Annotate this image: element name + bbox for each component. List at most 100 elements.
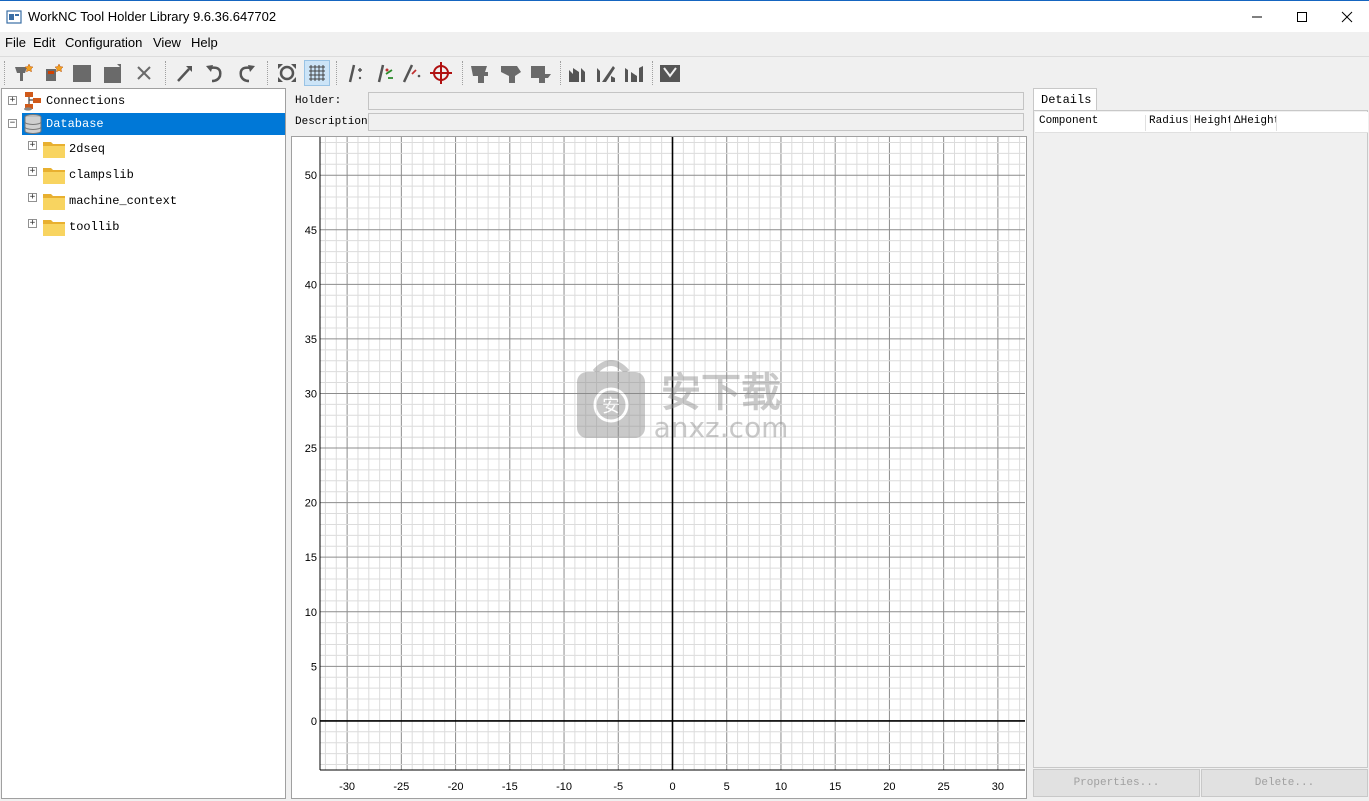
profile-4-button[interactable] [657, 60, 683, 86]
x-tick-label: 20 [883, 781, 895, 793]
column-header-delta-height[interactable]: ΔHeight [1231, 115, 1277, 131]
profile-2-icon [597, 66, 615, 82]
holder-shape-2-button[interactable] [498, 60, 524, 86]
y-tick-label: 30 [305, 388, 317, 400]
tree-item-label: toollib [69, 220, 120, 234]
save-as-button[interactable] [100, 60, 126, 86]
y-tick-label: 0 [311, 716, 317, 728]
center-icon [430, 62, 452, 84]
grid-icon [309, 65, 325, 81]
close-button[interactable] [1324, 1, 1369, 33]
move-point-button[interactable] [371, 60, 397, 86]
save-button[interactable] [69, 60, 95, 86]
x-tick-label: 5 [724, 781, 730, 793]
tree-item-connections[interactable]: + Connections [6, 90, 286, 112]
profile-3-button[interactable] [622, 60, 648, 86]
tree-item-label: machine_context [69, 194, 178, 208]
holder-shape-1-button[interactable] [468, 60, 494, 86]
save-icon [73, 65, 91, 82]
new-holder-button[interactable] [10, 60, 36, 86]
expand-icon[interactable]: + [28, 141, 37, 150]
delete-button[interactable] [131, 60, 157, 86]
center-button[interactable] [428, 60, 454, 86]
new-component-icon [46, 63, 64, 81]
menu-edit[interactable]: Edit [33, 35, 55, 50]
details-panel: Component Radius Height ΔHeight [1033, 110, 1368, 768]
tree-item-label: Connections [46, 94, 126, 108]
tree-item-clampslib[interactable]: + clampslib [26, 163, 286, 185]
profile-1-button[interactable] [566, 60, 592, 86]
properties-button[interactable]: Properties... [1033, 769, 1200, 797]
y-tick-label: 40 [305, 279, 317, 291]
holder-shape-2-icon [501, 66, 521, 83]
toolbar-grip [4, 61, 5, 85]
collapse-icon[interactable]: − [8, 119, 17, 128]
zoom-fit-button[interactable] [274, 60, 300, 86]
menu-bar: File Edit Configuration View Help [0, 32, 1369, 54]
new-component-button[interactable] [40, 60, 66, 86]
pick-button[interactable] [172, 60, 198, 86]
menu-file[interactable]: File [5, 35, 26, 50]
minimize-icon [1252, 16, 1262, 18]
zoom-fit-icon [278, 64, 296, 82]
profile-2-button[interactable] [594, 60, 620, 86]
delete-point-button[interactable] [398, 60, 424, 86]
tree-item-machine-context[interactable]: + machine_context [26, 189, 286, 211]
profile-canvas[interactable]: -30 -25 -20 -15 -10 -5 0 5 10 15 20 25 30 0 5 10 15 20 25 3… [291, 136, 1027, 799]
expand-icon[interactable]: + [28, 219, 37, 228]
redo-button[interactable] [233, 60, 259, 86]
y-tick-label: 10 [305, 607, 317, 619]
add-point-button[interactable] [342, 60, 368, 86]
holder-shape-1-icon [471, 66, 488, 83]
grid-toggle-button[interactable] [304, 60, 330, 86]
column-header-height[interactable]: Height [1191, 115, 1231, 131]
y-tick-label: 20 [305, 498, 317, 510]
database-icon [24, 114, 42, 135]
tree-item-2dseq[interactable]: + 2dseq [26, 137, 286, 159]
delete-icon [137, 66, 151, 80]
x-tick-label: 0 [669, 781, 675, 793]
profile-grid-plot[interactable]: -30 -25 -20 -15 -10 -5 0 5 10 15 20 25 30 0 5 10 15 20 25 3… [292, 137, 1026, 798]
menu-view[interactable]: View [153, 35, 181, 50]
minimize-button[interactable] [1234, 1, 1280, 33]
holder-label: Holder: [295, 95, 342, 107]
description-field[interactable] [368, 113, 1024, 131]
expand-icon[interactable]: + [28, 167, 37, 176]
delete-component-button[interactable]: Delete... [1201, 769, 1368, 797]
window-title: WorkNC Tool Holder Library 9.6.36.647702 [28, 9, 277, 24]
x-tick-label: 10 [775, 781, 787, 793]
holder-field[interactable] [368, 92, 1024, 110]
maximize-icon [1297, 12, 1307, 22]
holder-shape-3-icon [531, 66, 551, 83]
undo-button[interactable] [202, 60, 228, 86]
tree-item-database[interactable]: − Database [6, 113, 286, 135]
title-bar: WorkNC Tool Holder Library 9.6.36.647702 [0, 0, 1369, 32]
column-header-radius[interactable]: Radius [1146, 115, 1191, 131]
expand-icon[interactable]: + [8, 96, 17, 105]
y-tick-label: 45 [305, 225, 317, 237]
holder-shape-3-button[interactable] [528, 60, 554, 86]
x-tick-label: 25 [938, 781, 950, 793]
column-header-component[interactable]: Component [1036, 115, 1146, 131]
menu-configuration[interactable]: Configuration [65, 35, 142, 50]
connections-icon [24, 92, 41, 111]
folder-icon [43, 220, 65, 236]
tab-details[interactable]: Details [1033, 88, 1097, 111]
x-tick-label: -25 [393, 781, 409, 793]
x-tick-label: -10 [556, 781, 572, 793]
expand-icon[interactable]: + [28, 193, 37, 202]
tree-item-label: Database [44, 116, 106, 132]
database-tree: + Connections − Database + 2dseq + clamp… [1, 88, 286, 799]
tree-item-label: 2dseq [69, 142, 106, 156]
description-label: Description: [295, 116, 375, 128]
x-tick-label: 15 [829, 781, 841, 793]
tree-item-toollib[interactable]: + toollib [26, 215, 286, 237]
menu-help[interactable]: Help [191, 35, 218, 50]
x-tick-label: -20 [448, 781, 464, 793]
undo-icon [206, 65, 222, 83]
y-tick-label: 5 [311, 661, 317, 673]
maximize-button[interactable] [1279, 1, 1325, 33]
profile-1-icon [569, 68, 585, 82]
y-tick-label: 15 [305, 552, 317, 564]
folder-icon [43, 194, 65, 210]
